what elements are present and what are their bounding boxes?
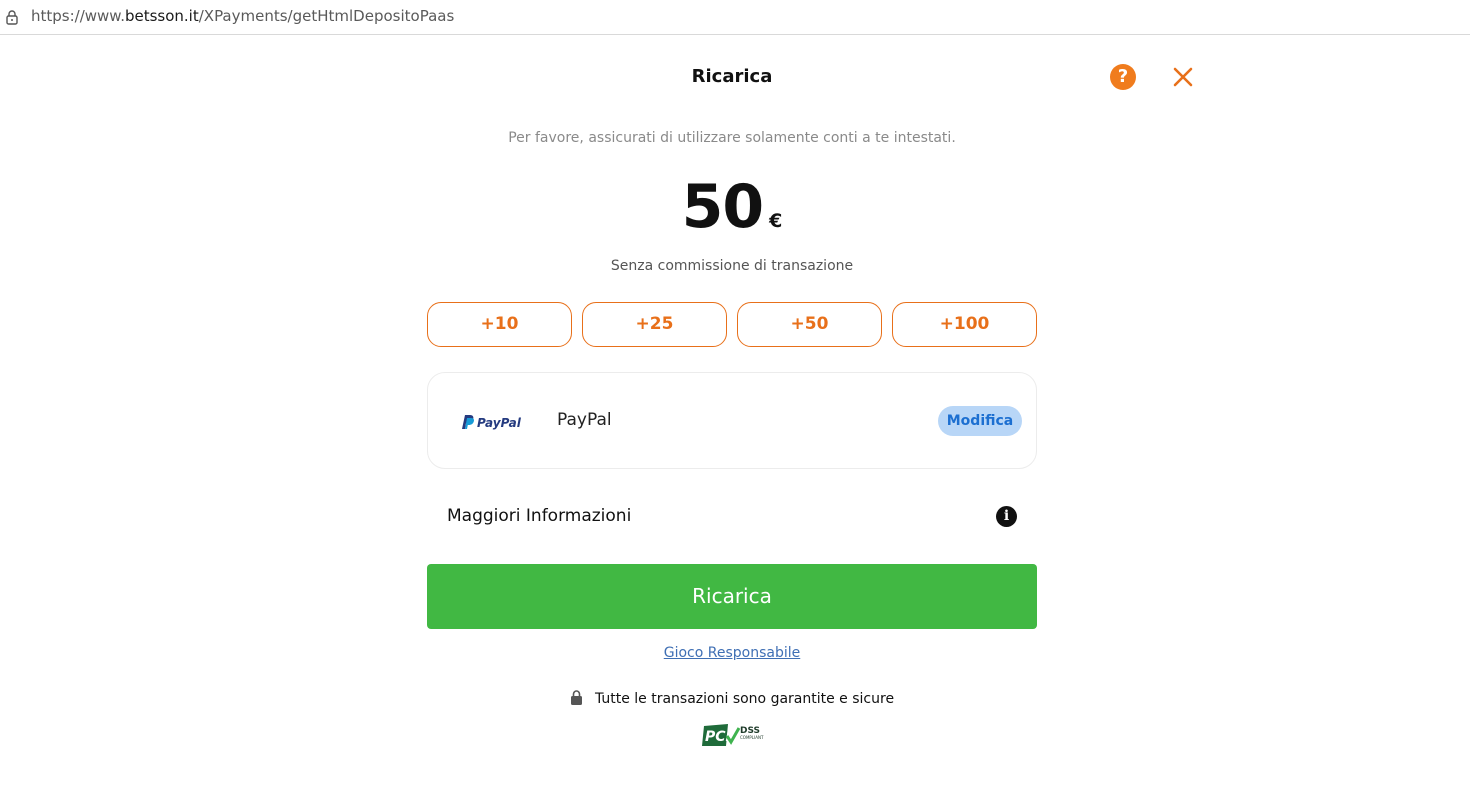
url-text[interactable]: https://www.betsson.it/XPayments/getHtml…: [31, 7, 454, 25]
padlock-icon: [570, 690, 582, 705]
question-circle-icon[interactable]: ?: [1110, 64, 1136, 90]
security-notice-text: Tutte le transazioni sono garantite e si…: [594, 691, 895, 707]
deposit-submit-button[interactable]: Ricarica: [427, 564, 1037, 629]
edit-payment-method-button[interactable]: Modifica: [938, 406, 1022, 436]
modal-title: Ricarica: [691, 66, 773, 87]
padlock-icon: [6, 10, 18, 25]
amount-value: 50: [681, 172, 764, 242]
deposit-amount[interactable]: 50 €: [0, 172, 1464, 242]
info-icon[interactable]: i: [996, 506, 1017, 527]
security-notice: Tutte le transazioni sono garantite e si…: [0, 690, 1464, 707]
url-domain: betsson.it: [124, 7, 199, 25]
payment-method-card[interactable]: PayPal PayPal Modifica: [427, 372, 1037, 469]
quick-amount-button-10[interactable]: +10: [427, 302, 572, 347]
browser-address-bar[interactable]: https://www.betsson.it/XPayments/getHtml…: [0, 0, 1470, 35]
pci-compliant-text: COMPLIANT: [740, 735, 764, 740]
quick-amount-button-100[interactable]: +100: [892, 302, 1037, 347]
fee-note: Senza commissione di transazione: [610, 258, 854, 274]
quick-amount-button-25[interactable]: +25: [582, 302, 727, 347]
amount-currency: €: [769, 210, 783, 232]
responsible-gaming-link[interactable]: Gioco Responsabile: [664, 645, 801, 661]
paypal-logo: PayPal: [462, 415, 522, 430]
pci-dss-compliant-logo: PCI DSS COMPLIANT: [702, 724, 764, 746]
close-x-icon[interactable]: [1170, 64, 1196, 90]
url-prefix: https://www.: [31, 7, 125, 25]
responsible-gaming-link-row: Gioco Responsabile: [0, 645, 1464, 661]
payment-method-name: PayPal: [557, 410, 612, 430]
quick-amount-button-50[interactable]: +50: [737, 302, 882, 347]
more-info-label[interactable]: Maggiori Informazioni: [447, 506, 631, 526]
paypal-logo-text: PayPal: [477, 416, 522, 430]
url-path: /XPayments/getHtmlDepositoPaas: [198, 7, 455, 25]
account-ownership-notice: Per favore, assicurati di utilizzare sol…: [508, 130, 956, 146]
